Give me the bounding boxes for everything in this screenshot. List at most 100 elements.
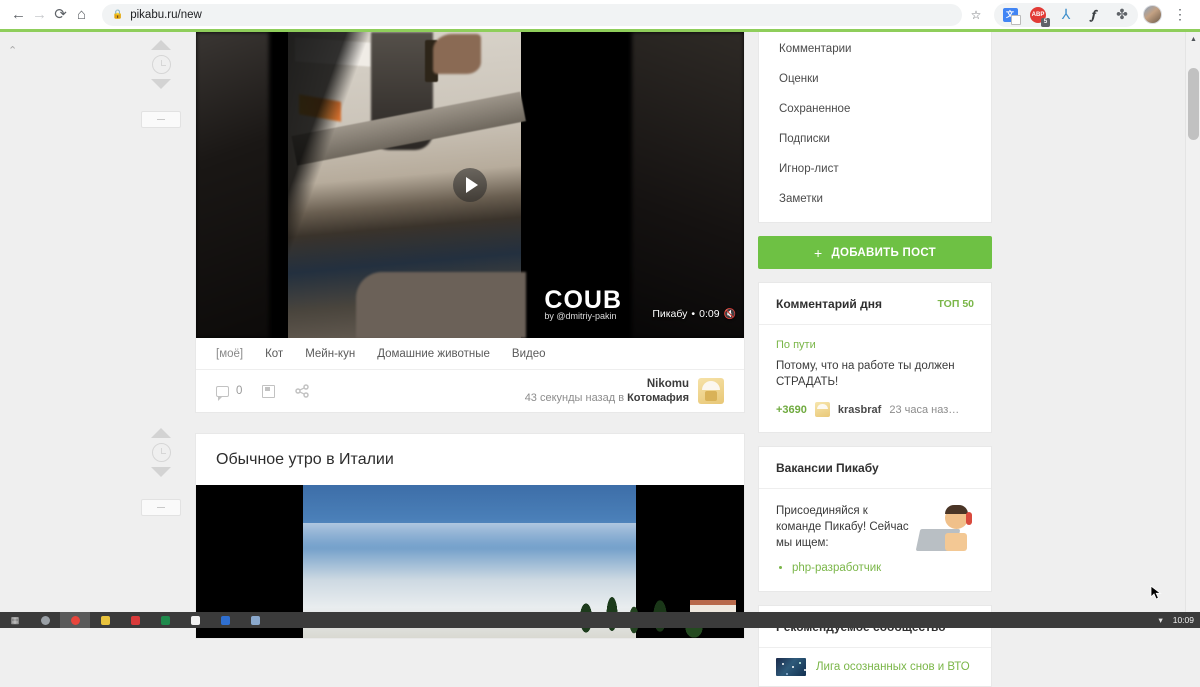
taskbar-item[interactable] [240, 612, 270, 628]
video-meta: Пикабу • 0:09 🔇 [652, 308, 736, 320]
scrollbar-thumb[interactable] [1188, 68, 1199, 140]
comment-score: +3690 [776, 404, 807, 416]
save-icon [262, 385, 275, 398]
comment-text: Потому, что на работе ты должен СТРАДАТЬ… [776, 358, 974, 390]
vacancies-card: Вакансии Пикабу Присоединяйся к команде … [758, 446, 992, 592]
taskbar-clock[interactable]: 10:09 [1173, 615, 1194, 625]
post-item: Обычное утро в Италии [195, 433, 745, 639]
collapse-post-icon[interactable] [141, 499, 181, 516]
chrome-menu-icon[interactable]: ⋮ [1168, 3, 1192, 27]
add-post-label: ДОБАВИТЬ ПОСТ [832, 247, 936, 259]
vacancies-text: Присоединяйся к команде Пикабу! Сейчас м… [776, 503, 910, 551]
post-rating-rail [137, 40, 185, 128]
downvote-arrow-icon[interactable] [151, 79, 171, 89]
scrollbar-up-arrow-icon[interactable]: ▲ [1186, 32, 1200, 47]
community-row[interactable]: Лига осознанных снов и ВТО [759, 648, 991, 686]
forward-button[interactable]: → [29, 1, 50, 29]
share-icon [295, 384, 309, 398]
reload-button[interactable]: ⟳ [50, 1, 71, 29]
vacancy-link[interactable]: php-разработчик [792, 560, 910, 576]
puzzle-extensions-icon[interactable]: ✤ [1110, 3, 1134, 27]
card-title: Вакансии Пикабу [776, 461, 879, 475]
start-menu-icon[interactable]: ▦ [0, 612, 30, 628]
post-tag[interactable]: Мейн-кун [305, 348, 355, 360]
system-tray: ▾ 10:09 [1158, 615, 1200, 626]
post-video-player[interactable]: COUB by @dmitriy-pakin Пикабу • 0:09 🔇 [196, 32, 744, 338]
clock-pending-icon [152, 55, 171, 74]
post-community[interactable]: Котомафия [627, 392, 689, 404]
comments-count: 0 [236, 385, 242, 397]
lightning-extension-icon[interactable]: 𝆑 [1082, 3, 1106, 27]
page-viewport: ⌃ COUB [0, 32, 1200, 612]
post-feed: COUB by @dmitriy-pakin Пикабу • 0:09 🔇 [… [195, 32, 745, 639]
card-title: Комментарий дня [776, 297, 882, 311]
post-author[interactable]: Nikomu 43 секунды назад в Котомафия [525, 377, 724, 405]
taskbar-item[interactable] [180, 612, 210, 628]
community-name[interactable]: Лига осознанных снов и ВТО [816, 661, 970, 673]
comments-button[interactable]: 0 [216, 385, 242, 397]
taskbar-item[interactable] [30, 612, 60, 628]
play-button[interactable] [453, 168, 487, 202]
post-tag[interactable]: Видео [512, 348, 546, 360]
translate-extension-icon[interactable]: 文 [998, 3, 1022, 27]
taskbar-item[interactable] [210, 612, 240, 628]
post-rating-rail [137, 428, 185, 516]
taskbar-item[interactable] [150, 612, 180, 628]
comment-icon [216, 386, 229, 397]
taskbar-item[interactable] [90, 612, 120, 628]
right-sidebar: Комментарии Оценки Сохраненное Подписки … [758, 32, 992, 687]
scroll-to-top-icon[interactable]: ⌃ [8, 44, 17, 57]
upvote-arrow-icon[interactable] [151, 40, 171, 50]
show-hidden-icons-icon[interactable]: ▾ [1158, 615, 1162, 626]
post-title[interactable]: Обычное утро в Италии [196, 434, 744, 485]
extensions-pill: 文 ABP ⅄ 𝆑 ✤ [994, 3, 1138, 27]
save-button[interactable] [262, 385, 275, 398]
profile-avatar[interactable] [1140, 3, 1164, 27]
downvote-arrow-icon[interactable] [151, 467, 171, 477]
sidebar-item-notes[interactable]: Заметки [759, 184, 991, 214]
bookmark-star-icon[interactable]: ☆ [964, 3, 988, 27]
home-button[interactable]: ⌂ [71, 1, 92, 29]
address-bar[interactable]: 🔒 pikabu.ru/new [102, 4, 962, 26]
acrobat-extension-icon[interactable]: ⅄ [1054, 3, 1078, 27]
upvote-arrow-icon[interactable] [151, 428, 171, 438]
top50-badge[interactable]: ТОП 50 [938, 298, 974, 310]
toolbar-icons: ☆ 文 ABP ⅄ 𝆑 ✤ ⋮ [962, 3, 1200, 27]
avatar[interactable] [815, 402, 830, 417]
post-item: COUB by @dmitriy-pakin Пикабу • 0:09 🔇 [… [195, 32, 745, 413]
avatar[interactable] [698, 378, 724, 404]
author-name[interactable]: Nikomu [525, 377, 689, 391]
video-duration: 0:09 [699, 308, 719, 320]
post-time: 43 секунды назад в [525, 392, 627, 404]
url-text: pikabu.ru/new [130, 9, 202, 21]
share-button[interactable] [295, 384, 309, 398]
lock-icon: 🔒 [112, 9, 123, 20]
sidebar-item-comments[interactable]: Комментарии [759, 34, 991, 64]
sidebar-item-ignore-list[interactable]: Игнор-лист [759, 154, 991, 184]
post-tag[interactable]: Домашние животные [377, 348, 490, 360]
sidebar-item-ratings[interactable]: Оценки [759, 64, 991, 94]
user-menu-card: Комментарии Оценки Сохраненное Подписки … [758, 32, 992, 223]
adblock-extension-icon[interactable]: ABP [1026, 3, 1050, 27]
sidebar-item-subscriptions[interactable]: Подписки [759, 124, 991, 154]
community-avatar [776, 658, 806, 676]
taskbar-item[interactable] [120, 612, 150, 628]
comment-username[interactable]: krasbraf [838, 404, 881, 416]
comment-source-link[interactable]: По пути [776, 339, 974, 351]
comment-time: 23 часа наз… [889, 404, 959, 416]
page-scrollbar[interactable]: ▲ [1185, 32, 1200, 612]
add-post-button[interactable]: + ДОБАВИТЬ ПОСТ [758, 236, 992, 269]
collapse-post-icon[interactable] [141, 111, 181, 128]
comment-of-day-card: Комментарий дня ТОП 50 По пути Потому, ч… [758, 282, 992, 433]
post-tags: [моё] Кот Мейн-кун Домашние животные Вид… [196, 338, 744, 370]
post-tag[interactable]: Кот [265, 348, 283, 360]
vacancy-illustration [916, 503, 974, 555]
sidebar-item-saved[interactable]: Сохраненное [759, 94, 991, 124]
os-taskbar: ▦ ▾ 10:09 [0, 612, 1200, 628]
muted-speaker-icon[interactable]: 🔇 [724, 309, 736, 320]
browser-toolbar: ← → ⟳ ⌂ 🔒 pikabu.ru/new ☆ 文 ABP ⅄ 𝆑 ✤ ⋮ [0, 0, 1200, 29]
taskbar-item-chrome[interactable] [60, 612, 90, 628]
post-tag[interactable]: [моё] [216, 348, 243, 360]
back-button[interactable]: ← [8, 1, 29, 29]
video-meta-separator: • [691, 308, 695, 320]
